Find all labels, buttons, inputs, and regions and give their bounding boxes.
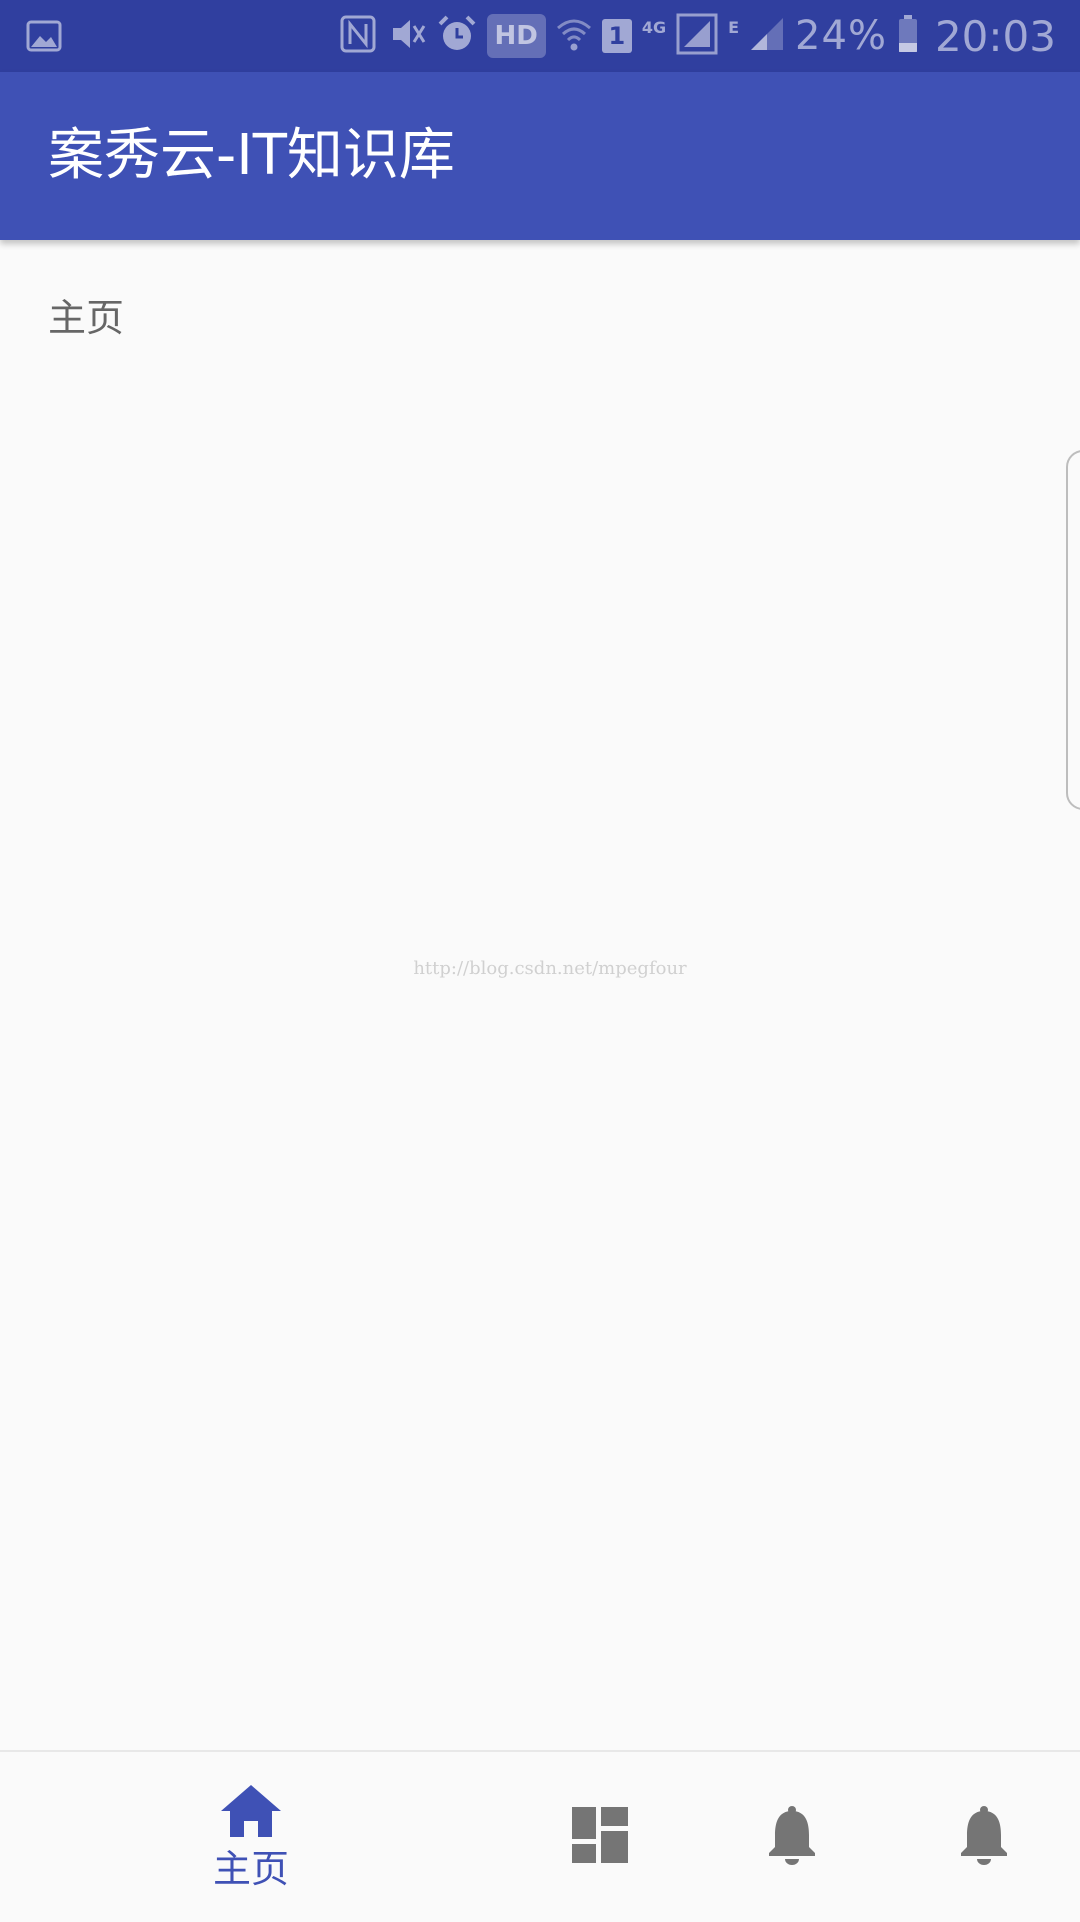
home-icon xyxy=(219,1783,283,1843)
nav-item-home[interactable]: 主页 xyxy=(151,1752,351,1922)
network-e-label: E xyxy=(728,18,740,37)
app-title: 案秀云-IT知识库 xyxy=(48,123,455,188)
sim-slot-badge: 1 xyxy=(601,19,632,53)
bottom-navigation: 主页 xyxy=(0,1750,1080,1922)
nav-item-notifications-2[interactable] xyxy=(884,1752,1080,1922)
bell-icon xyxy=(958,1805,1010,1869)
nav-item-notifications[interactable] xyxy=(692,1752,892,1922)
status-icons: HD 1 4G E 24% 20:03 xyxy=(339,0,1056,72)
page-label: 主页 xyxy=(48,296,125,340)
dashboard-icon xyxy=(572,1807,628,1867)
hd-badge: HD xyxy=(486,14,546,58)
vibrate-icon xyxy=(387,14,427,58)
bell-icon xyxy=(766,1805,818,1869)
status-bar: HD 1 4G E 24% 20:03 xyxy=(0,0,1080,72)
nfc-icon xyxy=(339,14,377,58)
app-bar: 案秀云-IT知识库 xyxy=(0,72,1080,240)
clock: 20:03 xyxy=(934,11,1056,61)
network-4g-label: 4G xyxy=(641,18,667,37)
battery-icon xyxy=(897,14,919,58)
signal-icon xyxy=(676,13,718,59)
nav-item-label: 主页 xyxy=(212,1847,289,1891)
watermark: http://blog.csdn.net/mpegfour xyxy=(413,958,687,979)
wifi-icon xyxy=(556,14,592,58)
edge-panel-handle[interactable] xyxy=(1066,450,1080,810)
image-icon xyxy=(26,18,62,54)
nav-item-dashboard[interactable] xyxy=(500,1752,700,1922)
alarm-icon xyxy=(437,14,477,58)
signal-weak-icon xyxy=(749,14,785,58)
battery-percent: 24% xyxy=(795,13,887,59)
